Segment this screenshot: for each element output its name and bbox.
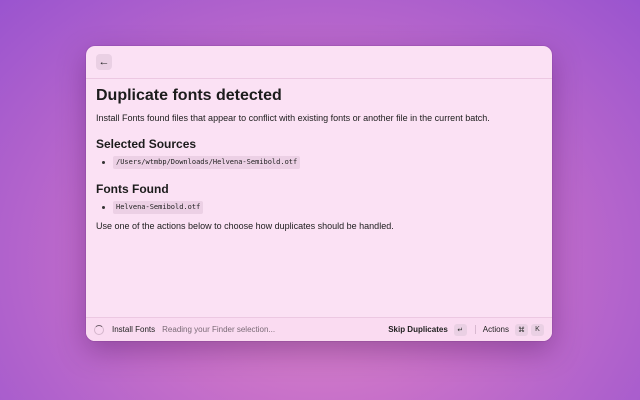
return-key-icon: ↵ bbox=[453, 323, 467, 336]
status-message: Reading your Finder selection... bbox=[162, 325, 276, 334]
skip-duplicates-button[interactable]: Skip Duplicates bbox=[388, 325, 448, 334]
fonts-found-heading: Fonts Found bbox=[96, 182, 169, 196]
app-window: ← Duplicate fonts detected Install Fonts… bbox=[86, 46, 552, 341]
back-arrow-icon: ← bbox=[98, 55, 110, 68]
command-key-icon: ⌘ bbox=[515, 323, 528, 336]
list-item: /Users/wtmbp/Downloads/Helvena-Semibold.… bbox=[96, 156, 542, 169]
status-bar: Install Fonts Reading your Finder select… bbox=[86, 317, 552, 341]
bullet-icon bbox=[102, 206, 105, 209]
selected-sources-heading: Selected Sources bbox=[96, 137, 197, 151]
list-item: Helvena-Semibold.otf bbox=[96, 201, 542, 214]
divider bbox=[474, 325, 476, 334]
description: Install Fonts found files that appear to… bbox=[96, 113, 490, 123]
font-file-name: Helvena-Semibold.otf bbox=[113, 201, 204, 214]
bullet-icon bbox=[102, 161, 105, 164]
fonts-found-list: Helvena-Semibold.otf bbox=[96, 201, 542, 214]
actions-button[interactable]: Actions bbox=[483, 325, 509, 334]
back-button[interactable]: ← bbox=[96, 54, 112, 70]
top-bar: ← bbox=[86, 46, 552, 79]
app-name: Install Fonts bbox=[112, 325, 156, 334]
k-key-icon: K bbox=[531, 323, 544, 336]
instruction-text: Use one of the actions below to choose h… bbox=[96, 221, 394, 231]
main-content: Duplicate fonts detected Install Fonts f… bbox=[86, 79, 552, 232]
selected-sources-list: /Users/wtmbp/Downloads/Helvena-Semibold.… bbox=[96, 156, 542, 169]
loading-spinner-icon bbox=[94, 324, 104, 335]
page-title: Duplicate fonts detected bbox=[96, 87, 282, 104]
source-path: /Users/wtmbp/Downloads/Helvena-Semibold.… bbox=[113, 156, 301, 169]
